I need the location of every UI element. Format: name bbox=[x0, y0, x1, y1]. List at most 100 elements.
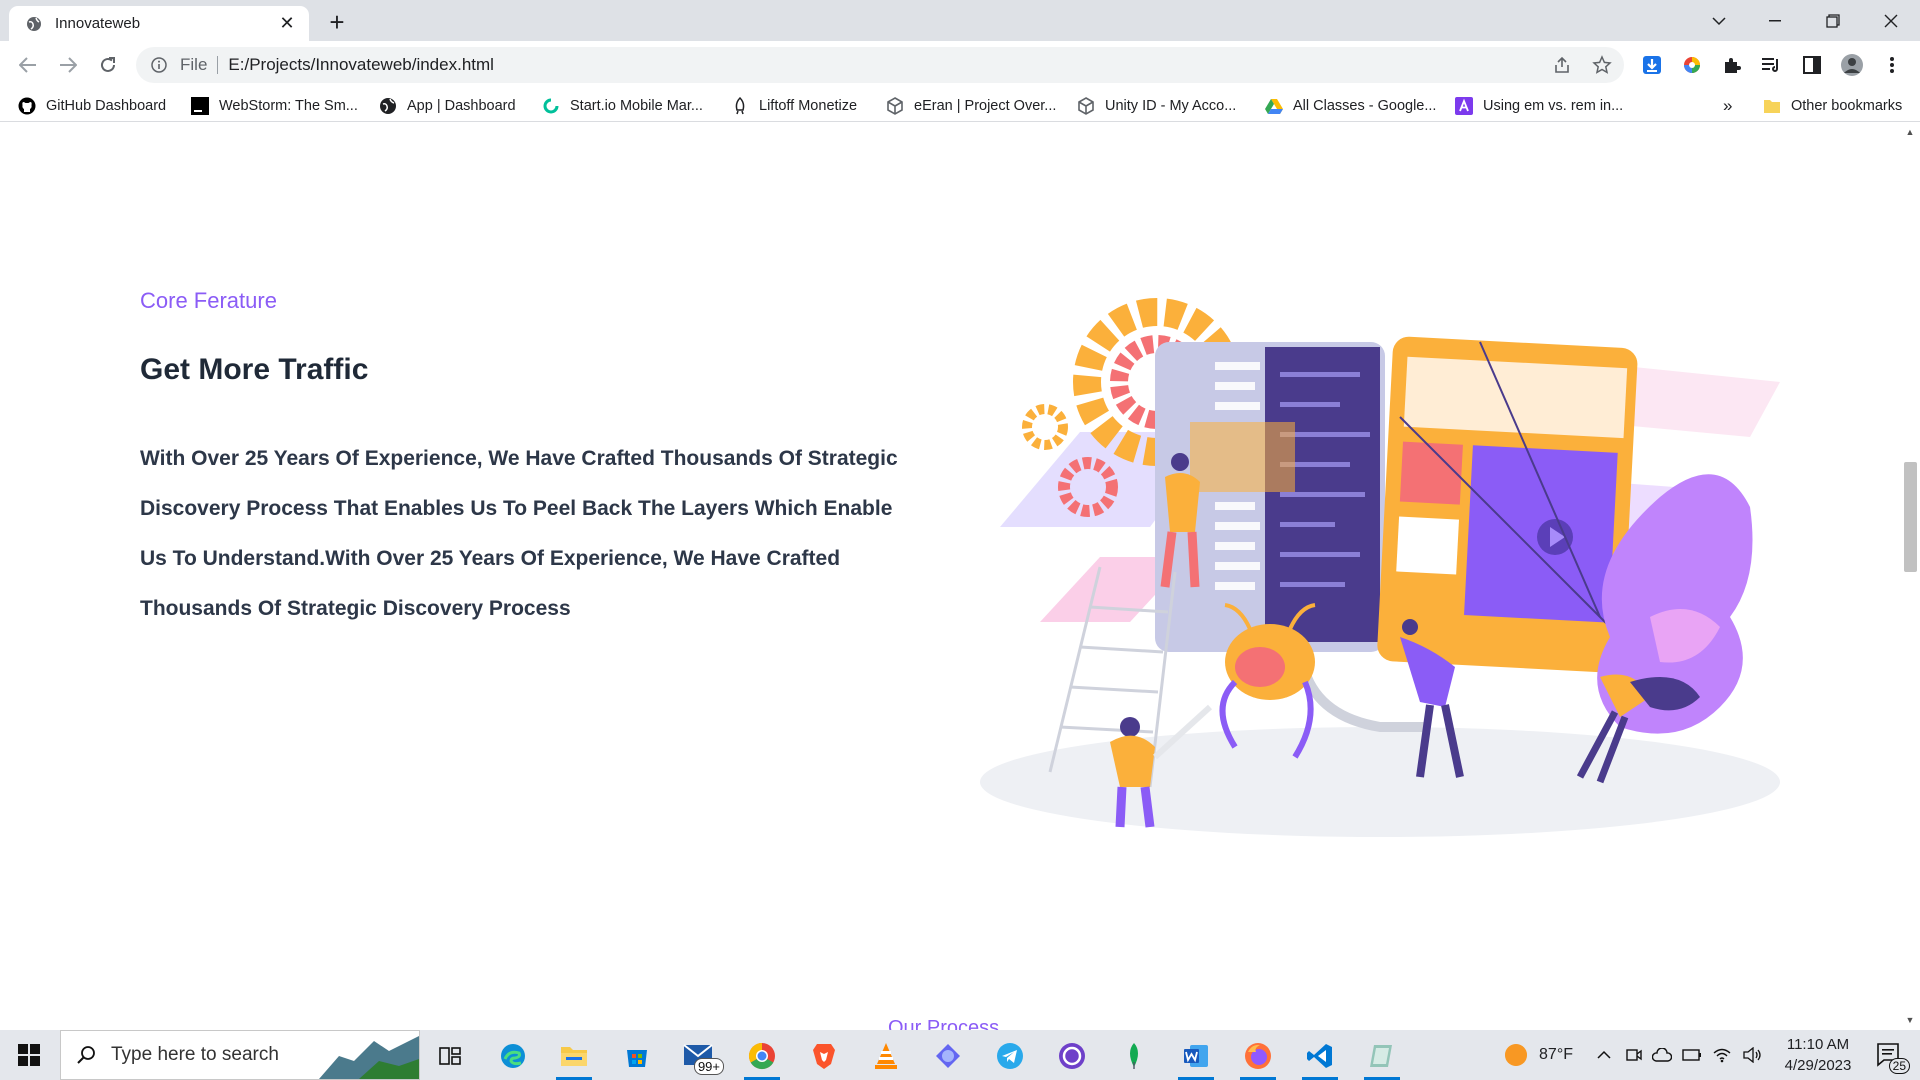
web-development-illustration bbox=[980, 298, 1780, 837]
bookmark-em-vs-rem[interactable]: Using em vs. rem in... bbox=[1455, 94, 1623, 118]
startio-icon bbox=[542, 97, 560, 115]
tab-search-chevron-icon[interactable] bbox=[1690, 0, 1748, 41]
bookmark-label: GitHub Dashboard bbox=[46, 98, 167, 114]
tab-title: Innovateweb bbox=[55, 15, 141, 32]
reload-icon[interactable] bbox=[92, 49, 124, 81]
bookmark-all-classes[interactable]: All Classes - Google... bbox=[1265, 94, 1436, 118]
folder-icon bbox=[1763, 97, 1781, 115]
windows-start-icon[interactable] bbox=[0, 1030, 58, 1080]
tab-innovateweb[interactable]: Innovateweb ✕ bbox=[9, 6, 309, 41]
new-tab-button[interactable]: + bbox=[323, 7, 351, 37]
task-view-icon[interactable] bbox=[426, 1035, 474, 1077]
section-paragraph: With Over 25 Years Of Experience, We Hav… bbox=[140, 447, 898, 620]
search-placeholder: Type here to search bbox=[111, 1044, 279, 1065]
section-eyebrow: Core Ferature bbox=[140, 288, 277, 313]
github-desktop-icon[interactable] bbox=[1048, 1035, 1096, 1077]
mongodb-compass-icon[interactable] bbox=[1110, 1035, 1158, 1077]
media-queue-icon[interactable] bbox=[1760, 53, 1784, 77]
telegram-icon[interactable] bbox=[986, 1035, 1034, 1077]
clock-date: 4/29/2023 bbox=[1784, 1057, 1852, 1074]
drive-icon bbox=[1265, 97, 1283, 115]
forward-arrow-icon[interactable] bbox=[52, 49, 84, 81]
file-explorer-icon[interactable] bbox=[550, 1035, 598, 1080]
onedrive-cloud-icon[interactable] bbox=[1650, 1030, 1674, 1080]
edge-icon[interactable] bbox=[489, 1035, 537, 1077]
unity-icon bbox=[886, 97, 904, 115]
url-scheme: File bbox=[180, 55, 208, 74]
back-arrow-icon[interactable] bbox=[12, 49, 44, 81]
volume-icon[interactable] bbox=[1740, 1030, 1764, 1080]
mail-badge: 99+ bbox=[693, 1058, 724, 1075]
mail-icon[interactable]: 99+ bbox=[676, 1035, 724, 1077]
extensions-puzzle-icon[interactable] bbox=[1720, 53, 1744, 77]
globe-icon bbox=[379, 97, 397, 115]
share-icon[interactable] bbox=[1550, 53, 1574, 77]
brave-icon[interactable] bbox=[800, 1035, 848, 1077]
app-window-icon[interactable] bbox=[1358, 1035, 1406, 1080]
word-icon[interactable] bbox=[1172, 1035, 1220, 1080]
notification-count-badge: 25 bbox=[1888, 1058, 1910, 1074]
info-icon[interactable] bbox=[150, 56, 168, 74]
browser-toolbar: File E:/Projects/Innovateweb/index.html bbox=[0, 41, 1920, 89]
bookmark-unity-id[interactable]: Unity ID - My Acco... bbox=[1077, 94, 1236, 118]
menu-kebab-icon[interactable] bbox=[1880, 53, 1904, 77]
minimize-button[interactable] bbox=[1746, 0, 1804, 41]
tab-close-icon[interactable]: ✕ bbox=[277, 13, 297, 34]
search-icon bbox=[75, 1044, 97, 1066]
github-icon bbox=[18, 97, 36, 115]
wifi-icon[interactable] bbox=[1710, 1030, 1734, 1080]
color-picker-extension-icon[interactable] bbox=[1680, 53, 1704, 77]
star-icon[interactable] bbox=[1590, 53, 1614, 77]
bookmark-label: All Classes - Google... bbox=[1293, 98, 1437, 114]
side-panel-icon[interactable] bbox=[1800, 53, 1824, 77]
bookmark-liftoff[interactable]: Liftoff Monetize bbox=[731, 94, 857, 118]
microsoft-store-icon[interactable] bbox=[613, 1035, 661, 1077]
vlc-icon[interactable] bbox=[862, 1035, 910, 1077]
url-text[interactable]: E:/Projects/Innovateweb/index.html bbox=[228, 55, 494, 75]
bookmark-eeran[interactable]: eEran | Project Over... bbox=[886, 94, 1056, 118]
tab-strip: Innovateweb ✕ + bbox=[0, 0, 1920, 41]
bookmark-app-dashboard[interactable]: App | Dashboard bbox=[379, 94, 516, 118]
webstorm-icon bbox=[191, 97, 209, 115]
bookmark-label: eEran | Project Over... bbox=[914, 98, 1057, 114]
notification-center-icon[interactable]: 25 bbox=[1868, 1030, 1912, 1080]
bookmark-label: Using em vs. rem in... bbox=[1483, 98, 1624, 114]
search-highlight-image bbox=[319, 1036, 419, 1079]
page-viewport: Core Ferature Get More Traffic With Over… bbox=[0, 122, 1900, 1030]
weather-widget[interactable]: 87°F bbox=[1488, 1030, 1588, 1080]
profile-avatar-icon[interactable] bbox=[1840, 53, 1864, 77]
page-scrollbar[interactable]: ▲ ▼ bbox=[1900, 122, 1920, 1030]
scroll-down-arrow-icon[interactable]: ▼ bbox=[1900, 1012, 1920, 1028]
bookmark-label: WebStorm: The Sm... bbox=[219, 98, 358, 114]
meet-now-icon[interactable] bbox=[1622, 1030, 1646, 1080]
bookmark-label: Unity ID - My Acco... bbox=[1105, 98, 1237, 114]
taskbar-clock[interactable]: 11:10 AM 4/29/2023 bbox=[1768, 1034, 1868, 1076]
maximize-button[interactable] bbox=[1804, 0, 1862, 41]
address-bar[interactable]: File E:/Projects/Innovateweb/index.html bbox=[136, 47, 1624, 83]
sun-icon bbox=[1505, 1044, 1528, 1066]
bookmark-a-icon bbox=[1455, 97, 1473, 115]
chevron-up-icon[interactable] bbox=[1592, 1030, 1616, 1080]
scroll-thumb[interactable] bbox=[1904, 462, 1917, 572]
vscode-icon[interactable] bbox=[1296, 1035, 1344, 1080]
copilot-icon[interactable] bbox=[924, 1035, 972, 1077]
bookmark-webstorm[interactable]: WebStorm: The Sm... bbox=[191, 94, 358, 118]
battery-icon[interactable] bbox=[1680, 1030, 1704, 1080]
download-extension-icon[interactable] bbox=[1640, 53, 1664, 77]
taskbar-search-box[interactable]: Type here to search bbox=[60, 1030, 420, 1080]
windows-taskbar: Type here to search 99+ 87°F 11:10 AM 4/… bbox=[0, 1030, 1920, 1080]
bookmarks-overflow-button[interactable]: » bbox=[1723, 94, 1732, 118]
rocket-icon bbox=[731, 97, 749, 115]
bookmark-label: Other bookmarks bbox=[1791, 98, 1903, 114]
bookmark-label: Liftoff Monetize bbox=[759, 98, 858, 114]
weather-temperature: 87°F bbox=[1539, 1046, 1573, 1063]
chrome-icon[interactable] bbox=[738, 1035, 786, 1080]
other-bookmarks-folder[interactable]: Other bookmarks bbox=[1763, 94, 1902, 118]
globe-icon bbox=[25, 15, 43, 33]
bookmark-label: App | Dashboard bbox=[407, 98, 516, 114]
bookmark-github-dashboard[interactable]: GitHub Dashboard bbox=[18, 94, 166, 118]
firefox-icon[interactable] bbox=[1234, 1035, 1282, 1080]
bookmark-startio[interactable]: Start.io Mobile Mar... bbox=[542, 94, 703, 118]
close-window-button[interactable] bbox=[1862, 0, 1920, 41]
scroll-up-arrow-icon[interactable]: ▲ bbox=[1900, 124, 1920, 140]
